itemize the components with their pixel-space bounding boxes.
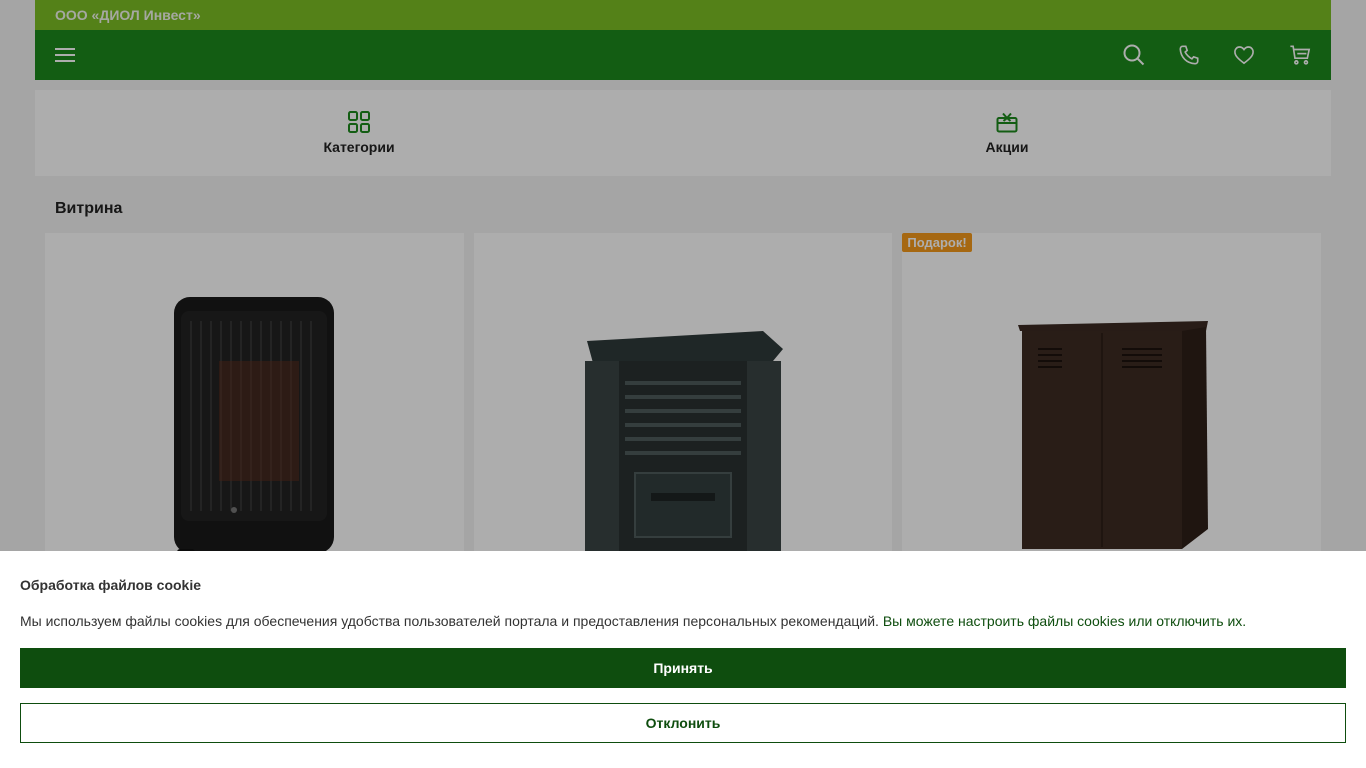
cookie-description: Мы используем файлы cookies для обеспече… bbox=[20, 613, 883, 629]
cookie-title: Обработка файлов cookie bbox=[20, 577, 202, 593]
accept-button[interactable]: Принять bbox=[20, 648, 1346, 688]
cookie-banner: Обработка файлов cookie Мы используем фа… bbox=[0, 551, 1366, 768]
decline-button[interactable]: Отклонить bbox=[20, 703, 1346, 743]
cookie-text: Мы используем файлы cookies для обеспече… bbox=[20, 613, 1246, 629]
cookie-settings-link[interactable]: Вы можете настроить файлы cookies или от… bbox=[883, 613, 1246, 629]
